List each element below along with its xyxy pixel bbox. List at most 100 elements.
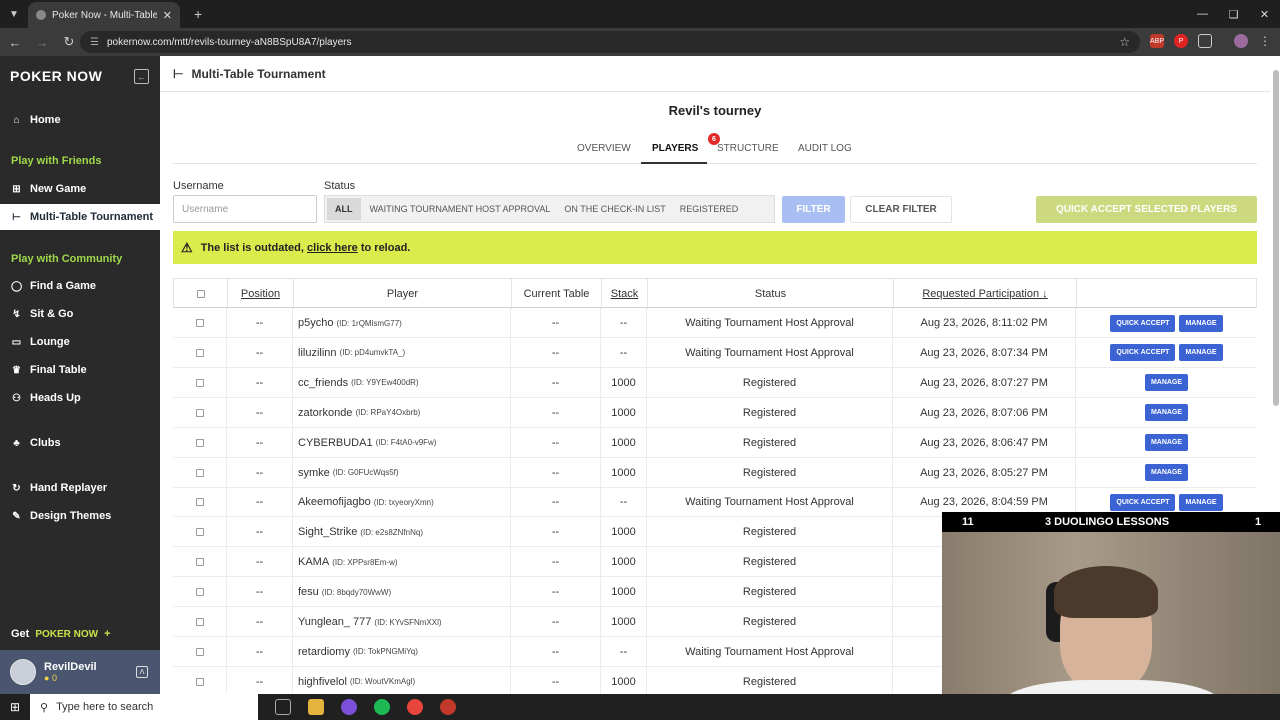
status-value: Waiting Tournament Host Approval — [685, 346, 854, 359]
collapse-sidebar-icon[interactable]: ← — [134, 69, 149, 84]
forward-icon[interactable]: → — [30, 30, 54, 54]
manage-button[interactable]: MANAGE — [1144, 374, 1189, 392]
row-checkbox[interactable] — [195, 438, 204, 447]
chevron-up-icon[interactable]: ˄ — [136, 666, 148, 678]
close-tab-icon[interactable]: ✕ — [163, 9, 172, 22]
select-all-checkbox[interactable] — [196, 290, 205, 298]
filter-button[interactable]: FILTER — [782, 196, 845, 223]
poker-now-logo[interactable]: POKER NOW — [10, 68, 102, 84]
manage-button[interactable]: MANAGE — [1179, 493, 1223, 511]
url-field[interactable]: ☰ pokernow.com/mtt/revils-tourney-aN8BSp… — [80, 31, 1140, 53]
manage-button[interactable]: MANAGE — [1144, 434, 1189, 452]
sidebar-item-final-table[interactable]: ♛ Final Table — [0, 357, 160, 383]
get-poker-now-plus-link[interactable]: Get POKER NOW + — [11, 628, 111, 640]
manage-button[interactable]: MANAGE — [1144, 404, 1189, 422]
row-checkbox[interactable] — [195, 319, 204, 327]
sidebar-item-sit-go[interactable]: ↯ Sit & Go — [0, 301, 160, 327]
profile-avatar-icon[interactable] — [1234, 34, 1248, 48]
status-cell: Registered — [647, 517, 893, 548]
scrollbar[interactable] — [1273, 70, 1279, 406]
sidebar-item-find-game[interactable]: ◯ Find a Game — [0, 273, 160, 299]
player-id: (ID: XPPsr8Em-w) — [332, 557, 398, 567]
spotify-icon[interactable] — [374, 699, 390, 715]
tab-search-icon[interactable]: ▼ — [0, 0, 28, 28]
manage-button[interactable]: MANAGE — [1179, 344, 1223, 362]
player-cell: CYBERBUDA1 (ID: F4tA0-v9Fw) — [293, 427, 511, 458]
column-status: Status — [648, 279, 894, 309]
clear-filter-button[interactable]: CLEAR FILTER — [850, 196, 952, 223]
username-input[interactable]: Username — [173, 195, 317, 223]
extension-p-icon[interactable]: P — [1174, 34, 1188, 48]
sidebar-item-home[interactable]: ⌂ Home — [0, 107, 160, 133]
minimize-icon[interactable]: — — [1187, 0, 1218, 28]
row-checkbox[interactable] — [195, 348, 204, 357]
row-checkbox[interactable] — [195, 588, 204, 597]
sidebar-item-lounge[interactable]: ▭ Lounge — [0, 329, 160, 355]
sidebar-item-design-themes[interactable]: ✎ Design Themes — [0, 503, 160, 529]
quick-accept-button[interactable]: QUICK ACCEPT — [1110, 344, 1176, 362]
new-tab-icon[interactable]: + — [194, 6, 202, 22]
column-stack[interactable]: Stack — [602, 279, 648, 309]
sidebar-item-new-game[interactable]: ⊞ New Game — [0, 176, 160, 202]
back-icon[interactable]: ← — [3, 30, 27, 54]
position-value: -- — [255, 346, 264, 359]
row-select-cell — [173, 607, 227, 637]
recording-app-icon[interactable] — [440, 699, 456, 715]
stack-value: -- — [619, 496, 628, 509]
tab-overview[interactable]: OVERVIEW — [577, 143, 631, 154]
status-option-waiting[interactable]: WAITING TOURNAMENT HOST APPROVAL — [363, 196, 558, 222]
quick-accept-button[interactable]: QUICK ACCEPT — [1110, 314, 1176, 332]
actions-cell: QUICK ACCEPT MANAGE — [1076, 308, 1257, 338]
player-name: Yunglean_ 777 — [298, 616, 372, 628]
status-value: Registered — [742, 586, 797, 599]
row-checkbox[interactable] — [195, 677, 204, 686]
restore-icon[interactable]: ❏ — [1218, 0, 1249, 28]
extensions-puzzle-icon[interactable] — [1198, 34, 1212, 48]
tab-structure[interactable]: STRUCTURE — [717, 143, 779, 154]
close-window-icon[interactable]: ✕ — [1249, 0, 1280, 28]
browser-tab[interactable]: Poker Now - Multi-Table Tournament ✕ — [28, 2, 180, 28]
row-checkbox[interactable] — [195, 558, 204, 567]
stack-cell: 1000 — [601, 666, 647, 697]
manage-button[interactable]: MANAGE — [1144, 464, 1189, 481]
file-explorer-icon[interactable] — [308, 699, 324, 715]
site-info-icon[interactable]: ☰ — [90, 37, 99, 48]
row-checkbox[interactable] — [195, 647, 204, 656]
row-checkbox[interactable] — [195, 498, 204, 507]
sidebar-item-mtt[interactable]: ⊢ Multi-Table Tournament — [0, 204, 160, 230]
task-view-icon[interactable] — [275, 699, 291, 715]
browser-menu-icon[interactable]: ⋮ — [1258, 34, 1272, 48]
sidebar-item-clubs[interactable]: ♣ Clubs — [0, 430, 160, 456]
sidebar-item-heads-up[interactable]: ⚇ Heads Up — [0, 385, 160, 411]
column-position[interactable]: Position — [228, 279, 294, 309]
status-option-all[interactable]: ALL — [327, 198, 361, 220]
player-cell: Akeemofijagbo (ID: txyeoryXmn) — [293, 487, 511, 518]
bookmark-star-icon[interactable]: ☆ — [1119, 35, 1130, 49]
status-option-check-in[interactable]: ON THE CHECK-IN LIST — [557, 196, 672, 222]
tab-audit-log[interactable]: AUDIT LOG — [798, 143, 852, 154]
stack-cell: -- — [601, 308, 647, 338]
manage-button[interactable]: MANAGE — [1179, 314, 1223, 332]
row-checkbox[interactable] — [195, 468, 204, 477]
quick-accept-button[interactable]: QUICK ACCEPT — [1110, 493, 1176, 511]
user-panel[interactable]: RevilDevil ● 0 ˄ — [0, 650, 160, 694]
tab-players[interactable]: PLAYERS — [652, 143, 698, 154]
row-checkbox[interactable] — [195, 528, 204, 537]
adblock-extension-icon[interactable]: ABP — [1150, 34, 1164, 48]
sidebar-item-hand-replayer[interactable]: ↻ Hand Replayer — [0, 475, 160, 501]
reload-icon[interactable]: ↻ — [57, 30, 81, 54]
windows-start-icon[interactable]: ⊞ — [0, 700, 30, 714]
taskbar-search[interactable]: ⚲ Type here to search — [30, 694, 258, 720]
table-value: -- — [551, 376, 560, 389]
app-icon[interactable] — [341, 699, 357, 715]
chrome-icon[interactable] — [407, 699, 423, 715]
row-checkbox[interactable] — [195, 408, 204, 417]
row-checkbox[interactable] — [195, 618, 204, 626]
table-value: -- — [551, 586, 560, 599]
quick-accept-selected-button[interactable]: QUICK ACCEPT SELECTED PLAYERS — [1036, 196, 1257, 223]
reload-link[interactable]: click here — [307, 242, 358, 254]
sidebar-item-label: Find a Game — [30, 280, 97, 292]
column-requested[interactable]: Requested Participation ↓ — [894, 279, 1077, 309]
status-option-registered[interactable]: REGISTERED — [673, 196, 746, 222]
row-checkbox[interactable] — [195, 378, 204, 387]
